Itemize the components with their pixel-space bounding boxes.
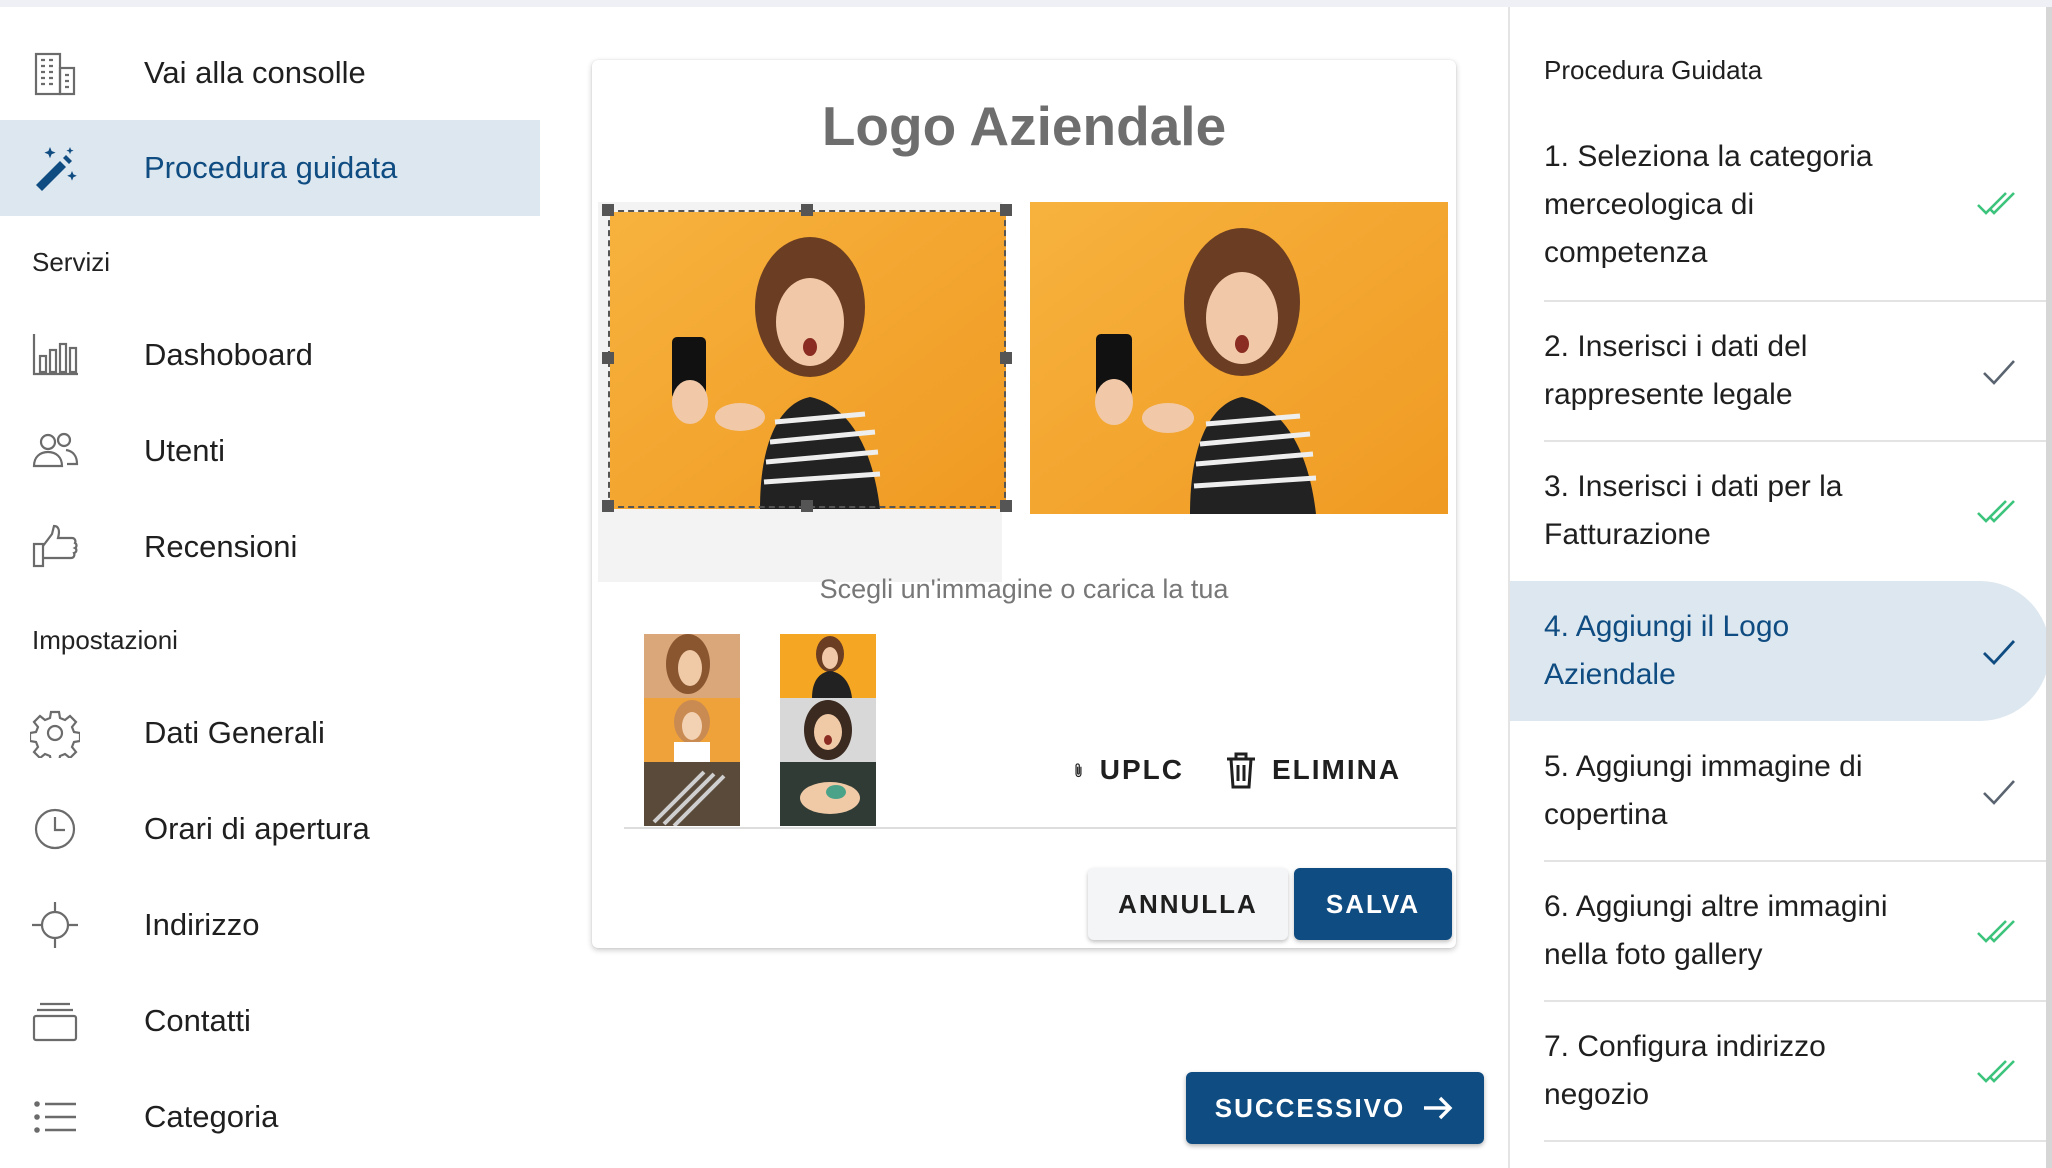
users-icon (30, 426, 80, 476)
nav-label: Contatti (144, 1003, 251, 1038)
nav-item-recensioni[interactable]: Recensioni (0, 499, 540, 595)
crop-handle[interactable] (1000, 204, 1012, 216)
thumbnail-image[interactable] (644, 698, 740, 762)
thumbnail-column (644, 634, 740, 826)
cancel-button[interactable]: ANNULLA (1088, 868, 1288, 940)
step-label: 4. Aggiungi il Logo Aziendale (1544, 610, 1790, 691)
upload-label: UPLC (1099, 754, 1184, 785)
nav-label: Dati Generali (144, 715, 325, 750)
nav-label: Dashoboard (144, 337, 313, 372)
thumbs-up-icon (30, 522, 80, 572)
thumbnail-image[interactable] (780, 698, 876, 762)
paperclip-icon (1075, 763, 1082, 778)
check-icon (1976, 629, 2022, 675)
step-divider (1544, 860, 2052, 862)
step-divider (1544, 1140, 2052, 1142)
image-cropper[interactable] (598, 202, 1012, 582)
nav-item-categoria[interactable]: Categoria (0, 1069, 540, 1165)
nav-label: Categoria (144, 1099, 279, 1134)
crop-handle[interactable] (602, 500, 614, 512)
step-label: 2. Inserisci i dati del rappresente legal… (1544, 330, 1808, 411)
choose-image-hint: Scegli un'immagine o carica la tua (819, 574, 1229, 604)
arrow-right-icon (1424, 1096, 1453, 1120)
gear-icon (30, 708, 80, 758)
card-title: Logo Aziendale (821, 95, 1227, 157)
step-label: 1. Seleziona la categoria merceologica di… (1544, 140, 1873, 269)
crop-handle[interactable] (602, 352, 614, 364)
crosshair-icon (30, 900, 80, 950)
nav-label: Procedura guidata (144, 150, 398, 185)
next-button[interactable]: SUCCESSIVO (1186, 1072, 1484, 1144)
scrollbar-track[interactable] (2046, 7, 2052, 1168)
step-label: 5. Aggiungi immagine di copertina (1544, 750, 1863, 831)
stack-icon (30, 996, 80, 1046)
nav-item-consolle[interactable]: Vai alla consolle (0, 25, 540, 121)
logo-card: Logo Aziendale Scegli un'immagine o cari… (592, 60, 1456, 948)
thumbnail-image[interactable] (644, 634, 740, 698)
crop-handle[interactable] (602, 204, 614, 216)
check-icon (1976, 769, 2022, 815)
logo-preview (1030, 202, 1448, 514)
section-header-servizi: Servizi (32, 247, 111, 277)
delete-button[interactable]: ELIMINA (1224, 750, 1401, 790)
nav-item-contatti[interactable]: Contatti (0, 973, 540, 1069)
bar-chart-icon (30, 330, 80, 380)
list-icon (30, 1092, 80, 1142)
crop-frame[interactable] (608, 210, 1006, 508)
thumbnail-column (780, 634, 876, 826)
nav-item-orari-apertura[interactable]: Orari di apertura (0, 781, 540, 877)
clock-icon (30, 804, 80, 854)
double-check-icon (1976, 909, 2022, 955)
upload-button[interactable]: UPLC (1072, 750, 1184, 790)
nav-label: Utenti (144, 433, 225, 468)
nav-item-dashboard[interactable]: Dashoboard (0, 307, 540, 403)
step-label: 6. Aggiungi altre immagini nella foto gal… (1544, 890, 1888, 971)
crop-handle[interactable] (1000, 500, 1012, 512)
step-label: 7. Configura indirizzo negozio (1544, 1030, 1826, 1111)
magic-wand-icon (30, 143, 80, 193)
wizard-title: Procedura Guidata (1544, 55, 1763, 85)
save-button[interactable]: SALVA (1294, 868, 1452, 940)
check-icon (1976, 349, 2022, 395)
top-strip (0, 0, 2052, 7)
double-check-icon (1976, 489, 2022, 535)
step-label: 3. Inserisci i dati per la Fatturazione (1544, 470, 1843, 551)
nav-item-utenti[interactable]: Utenti (0, 403, 540, 499)
double-check-icon (1976, 181, 2022, 227)
section-header-impostazioni: Impostazioni (32, 625, 178, 655)
nav-label: Recensioni (144, 529, 298, 564)
thumbnail-image[interactable] (780, 634, 876, 698)
nav-label: Vai alla consolle (144, 55, 366, 90)
nav-item-indirizzo[interactable]: Indirizzo (0, 877, 540, 973)
thumbnail-image[interactable] (780, 762, 876, 826)
wizard-panel: Procedura Guidata 1. Seleziona la catego… (1508, 7, 2052, 1168)
divider (624, 827, 1456, 829)
nav-item-dati-generali[interactable]: Dati Generali (0, 685, 540, 781)
crop-handle[interactable] (801, 204, 813, 216)
building-icon (30, 48, 80, 98)
step-divider (1544, 440, 2052, 442)
thumbnail-image[interactable] (644, 762, 740, 826)
delete-label: ELIMINA (1272, 754, 1402, 785)
trash-icon (1227, 752, 1255, 789)
step-divider (1544, 1000, 2052, 1002)
nav-label: Orari di apertura (144, 811, 370, 846)
crop-handle[interactable] (801, 500, 813, 512)
step-divider (1544, 300, 2052, 302)
crop-handle[interactable] (1000, 352, 1012, 364)
double-check-icon (1976, 1049, 2022, 1095)
sidebar: Vai alla consolle Procedura guidata Serv… (0, 7, 540, 1168)
nav-item-procedura-guidata[interactable]: Procedura guidata (0, 120, 540, 216)
next-label: SUCCESSIVO (1214, 1092, 1406, 1123)
nav-label: Indirizzo (144, 907, 260, 942)
